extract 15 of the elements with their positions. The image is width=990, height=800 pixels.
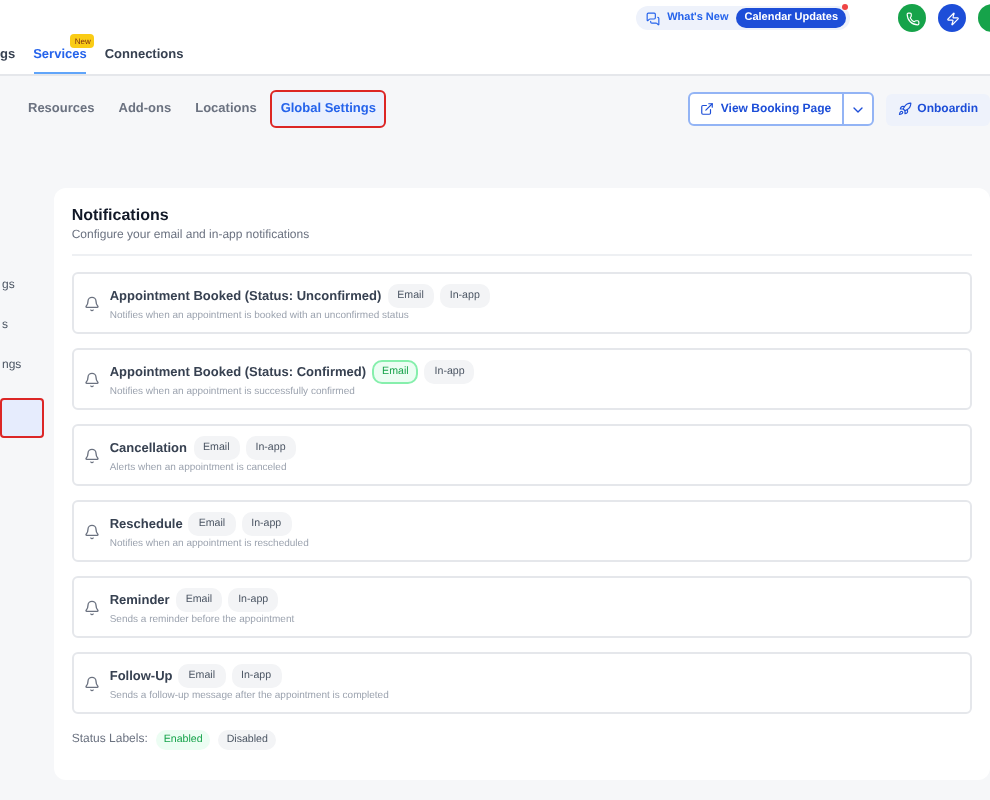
bell-icon [83,371,100,387]
bell-icon [83,295,100,311]
rocket-icon [897,102,912,116]
chat-icon [645,11,660,25]
phone-icon [905,11,919,25]
external-link-icon [700,102,715,116]
card-title: Notifications [71,206,171,224]
bell-icon [83,599,100,615]
bell-icon [83,675,100,691]
bell-icon [83,447,100,463]
bolt-icon [945,11,959,25]
sidebar-item[interactable] [0,398,44,438]
bell-icon [83,523,100,539]
phone-button[interactable] [898,4,926,32]
bolt-button[interactable] [938,4,966,32]
